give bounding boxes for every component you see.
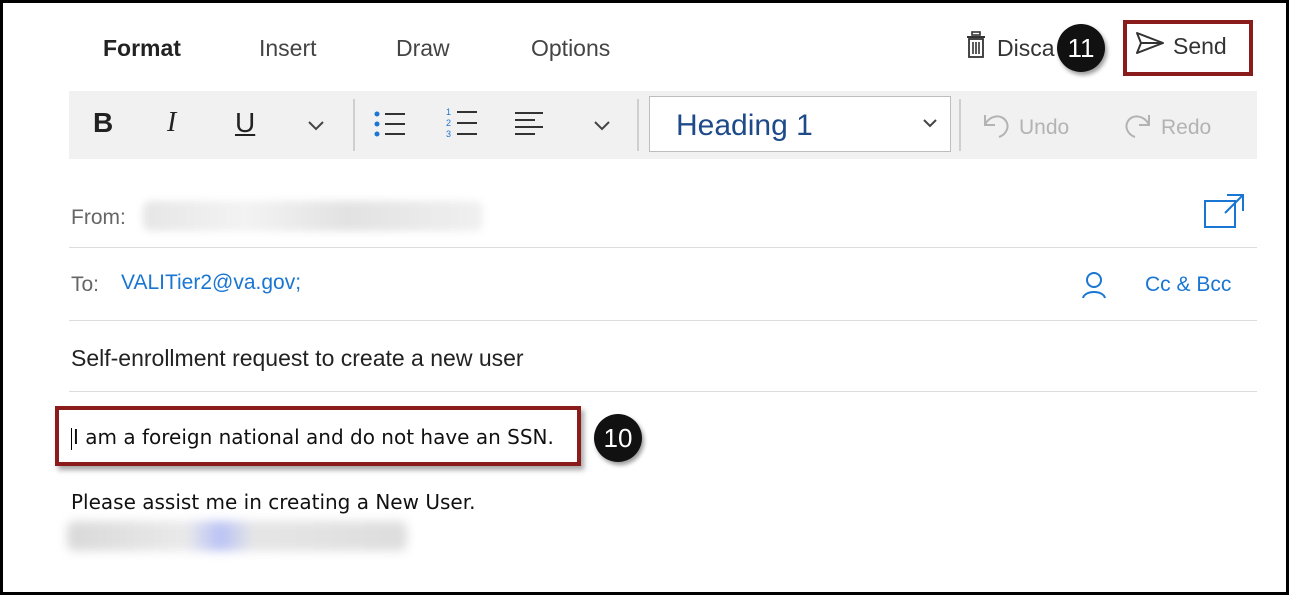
step-badge-10: 10: [594, 414, 642, 462]
send-button[interactable]: Send: [1135, 31, 1227, 61]
redo-icon: [1123, 111, 1153, 145]
style-select[interactable]: Heading 1: [649, 96, 951, 152]
divider: [69, 320, 1257, 321]
email-compose-window: Format Insert Draw Options Disca 11 Send…: [0, 0, 1289, 595]
chevron-down-icon[interactable]: [307, 119, 325, 137]
tab-insert[interactable]: Insert: [259, 35, 317, 62]
discard-label: Disca: [997, 34, 1055, 61]
toolbar-divider: [353, 99, 355, 151]
toolbar-divider: [959, 99, 961, 151]
style-select-value: Heading 1: [676, 109, 813, 142]
bullet-list-icon[interactable]: [373, 109, 407, 144]
bold-button[interactable]: B: [93, 107, 113, 139]
tab-draw[interactable]: Draw: [396, 35, 450, 62]
align-icon[interactable]: [513, 109, 545, 144]
tab-options[interactable]: Options: [531, 35, 610, 62]
to-label: To:: [71, 273, 100, 296]
tab-format[interactable]: Format: [103, 35, 181, 62]
divider: [69, 391, 1257, 392]
chevron-down-icon: [922, 115, 938, 133]
svg-text:3: 3: [446, 129, 451, 139]
undo-label: Undo: [1019, 116, 1070, 139]
subject-field[interactable]: Self-enrollment request to create a new …: [71, 345, 524, 372]
send-label: Send: [1173, 32, 1227, 59]
redo-label: Redo: [1161, 116, 1212, 139]
chevron-down-icon[interactable]: [593, 119, 611, 137]
body-line-2[interactable]: Please assist me in creating a New User.: [71, 490, 475, 514]
formatting-toolbar: B I U 123 Heading 1 Undo Redo: [69, 91, 1257, 159]
popout-icon[interactable]: [1203, 193, 1245, 234]
italic-button[interactable]: I: [167, 107, 176, 139]
toolbar-divider: [637, 99, 639, 151]
undo-icon: [981, 111, 1011, 145]
body-highlight-box: [55, 406, 581, 466]
discard-button[interactable]: Disca: [965, 31, 1055, 65]
underline-button[interactable]: U: [235, 107, 255, 139]
signature-redacted: [67, 521, 407, 551]
numbered-list-icon[interactable]: 123: [445, 105, 479, 144]
cc-bcc-button[interactable]: Cc & Bcc: [1145, 273, 1231, 297]
send-icon: [1135, 31, 1165, 61]
divider: [69, 247, 1257, 248]
from-label: From:: [71, 206, 126, 229]
step-badge-11: 11: [1057, 24, 1105, 72]
person-icon[interactable]: [1081, 271, 1107, 304]
svg-text:1: 1: [446, 107, 451, 117]
trash-icon: [965, 31, 987, 65]
from-address-redacted[interactable]: [143, 201, 483, 231]
redo-button[interactable]: Redo: [1123, 111, 1211, 145]
to-recipient[interactable]: VALITier2@va.gov;: [121, 271, 301, 295]
undo-button[interactable]: Undo: [981, 111, 1069, 145]
svg-text:2: 2: [446, 118, 451, 128]
